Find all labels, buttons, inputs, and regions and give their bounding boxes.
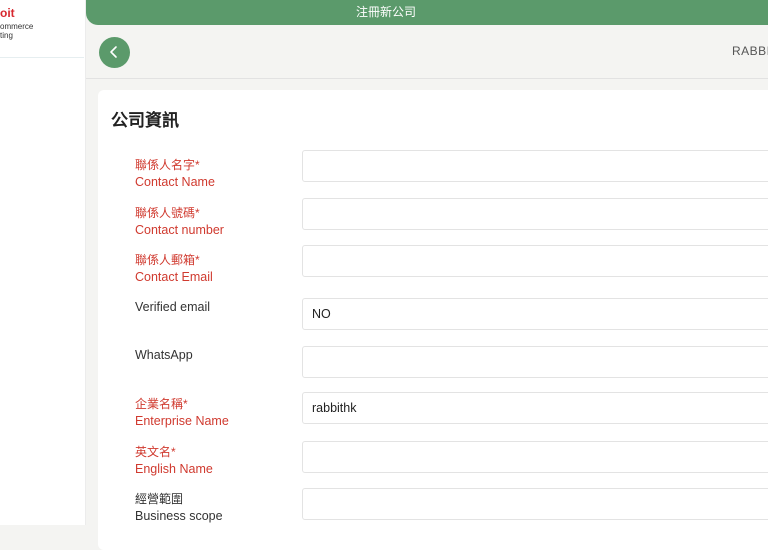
section-title: 公司資訊 [111,111,179,130]
form-row-contact-name: 聯係人名字* Contact Name [98,150,768,200]
brand-logo[interactable]: oit ommerce ting [0,4,84,58]
form-row-english-name: 英文名* English Name [98,441,768,487]
chevron-left-icon [110,46,117,58]
verified-email-field[interactable] [302,298,768,330]
field-label-zh: 聯係人名字* [135,158,200,172]
field-label-zh: 企業名稱* [135,397,188,411]
field-label-en: Verified email [135,300,211,314]
logo-text-sub2: ting [0,31,13,40]
header-row: RABBI [86,26,768,79]
field-label-en: Contact Name [135,175,215,189]
field-label-zh: 聯係人號碼* [135,206,200,220]
contact-email-input[interactable] [302,245,768,277]
form-row-enterprise-name: 企業名稱* Enterprise Name [98,392,768,439]
form-row-verified-email: Verified email [98,298,768,344]
field-label-en: Contact Email [135,270,213,284]
field-label-en: Enterprise Name [135,414,229,428]
top-title-bar: 注冊新公司 [86,0,768,25]
field-label-zh: 聯係人郵箱* [135,253,200,267]
form-row-contact-number: 聯係人號碼* Contact number [98,198,768,248]
header-brand-name: RABBI [732,44,768,58]
form-row-business-scope: 經營範圍 Business scope [98,488,768,534]
field-label-zh: 經營範圍 [135,492,184,506]
logo-text-sub1: ommerce [0,22,34,31]
back-button[interactable] [99,37,130,68]
form-row-whatsapp: WhatsApp [98,346,768,392]
form-row-contact-email: 聯係人郵箱* Contact Email [98,245,768,295]
logo-text-main: oit [0,6,15,20]
sidebar-divider [0,57,84,58]
contact-number-input[interactable] [302,198,768,230]
company-info-card: 公司資訊 聯係人名字* Contact Name 聯係人號碼* Contact … [98,90,768,550]
business-scope-input[interactable] [302,488,768,520]
field-label-en: WhatsApp [135,348,193,362]
field-label-en: Business scope [135,509,223,523]
page-title: 注冊新公司 [355,5,416,19]
english-name-input[interactable] [302,441,768,473]
field-label-zh: 英文名* [135,445,176,459]
field-label-en: Contact number [135,223,224,237]
contact-name-input[interactable] [302,150,768,182]
whatsapp-input[interactable] [302,346,768,378]
enterprise-name-input[interactable] [302,392,768,424]
sidebar: oit ommerce ting [0,0,86,525]
field-label-en: English Name [135,462,213,476]
